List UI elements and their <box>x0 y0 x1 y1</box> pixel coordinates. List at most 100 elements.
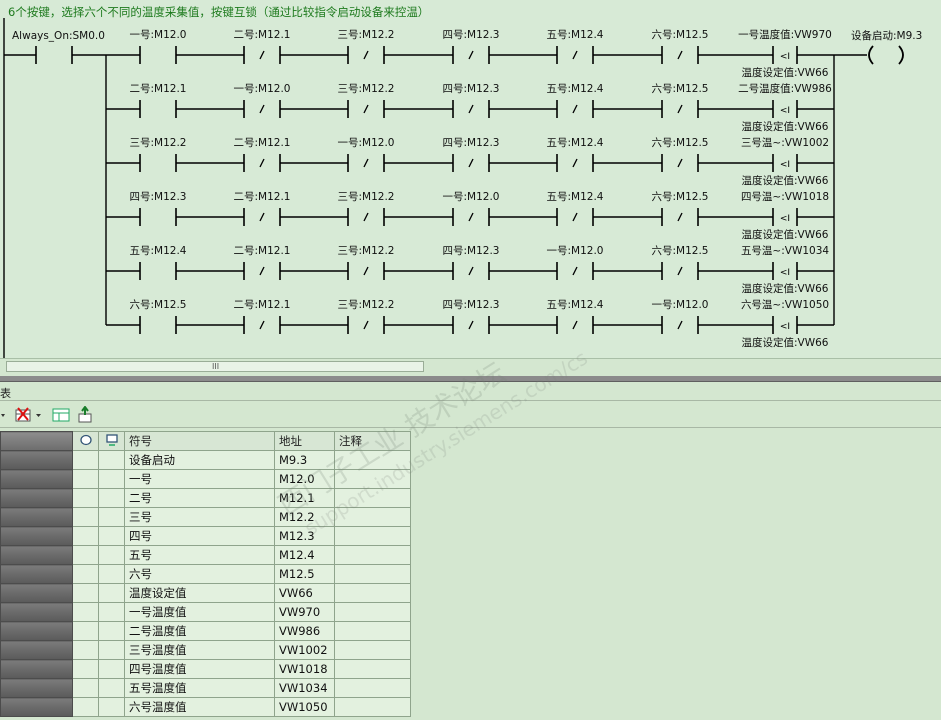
symbol-unused-cell[interactable] <box>72 697 99 717</box>
address-cell[interactable]: M12.3 <box>274 526 335 546</box>
table-row[interactable]: 温度设定值 VW66 <box>0 583 411 603</box>
row-header[interactable] <box>0 640 73 660</box>
symbol-unused-cell[interactable] <box>72 545 99 565</box>
contact-label[interactable]: 二号:M12.1 <box>234 191 291 203</box>
symbol-cell[interactable]: 六号 <box>124 564 275 584</box>
symbol-overlap-cell[interactable] <box>98 507 125 527</box>
contact-label[interactable]: 六号:M12.5 <box>652 137 709 149</box>
symbol-cell[interactable]: 一号温度值 <box>124 602 275 622</box>
comment-cell[interactable] <box>334 507 411 527</box>
compare-bottom-operand[interactable]: 温度设定值:VW66 <box>742 283 829 295</box>
address-cell[interactable]: VW1018 <box>274 659 335 679</box>
compare-top-operand[interactable]: 四号温~:VW1018 <box>741 191 829 203</box>
contact-label[interactable]: 五号:M12.4 <box>547 83 604 95</box>
contact-label[interactable]: 一号:M12.0 <box>652 299 709 311</box>
symbol-overlap-cell[interactable] <box>98 583 125 603</box>
pane-splitter[interactable] <box>0 376 941 382</box>
symbol-cell[interactable]: 温度设定值 <box>124 583 275 603</box>
address-cell[interactable]: M12.4 <box>274 545 335 565</box>
table-row[interactable]: 三号 M12.2 <box>0 507 411 527</box>
contact-label[interactable]: 三号:M12.2 <box>338 299 395 311</box>
contact-label[interactable]: 三号:M12.2 <box>338 245 395 257</box>
contact-label[interactable]: 三号:M12.2 <box>338 191 395 203</box>
symbol-unused-cell[interactable] <box>72 583 99 603</box>
new-table-icon[interactable] <box>50 406 72 424</box>
contact-label[interactable]: 四号:M12.3 <box>443 29 500 41</box>
contact-label[interactable]: 四号:M12.3 <box>130 191 187 203</box>
symbol-unused-cell[interactable] <box>72 469 99 489</box>
delete-dropdown-icon[interactable] <box>35 406 43 424</box>
comment-cell[interactable] <box>334 526 411 546</box>
row-header[interactable] <box>0 450 73 470</box>
symbol-unused-cell[interactable] <box>72 488 99 508</box>
address-cell[interactable]: M12.1 <box>274 488 335 508</box>
contact-label[interactable]: 六号:M12.5 <box>130 299 187 311</box>
ladder-editor[interactable]: 6个按键，选择六个不同的温度采集值，按键互锁（通过比较指令启动设备来控温） <I… <box>0 0 941 358</box>
address-cell[interactable]: M9.3 <box>274 450 335 470</box>
row-header[interactable] <box>0 526 73 546</box>
row-header[interactable] <box>0 697 73 717</box>
contact-label[interactable]: 二号:M12.1 <box>130 83 187 95</box>
contact-label[interactable]: 三号:M12.2 <box>338 83 395 95</box>
contact-label[interactable]: 五号:M12.4 <box>547 29 604 41</box>
comment-cell[interactable] <box>334 678 411 698</box>
symbol-unused-cell[interactable] <box>72 640 99 660</box>
comment-cell[interactable] <box>334 621 411 641</box>
comment-cell[interactable] <box>334 697 411 717</box>
coil-output[interactable] <box>898 45 904 65</box>
compare-bottom-operand[interactable]: 温度设定值:VW66 <box>742 175 829 187</box>
table-row[interactable]: 五号 M12.4 <box>0 545 411 565</box>
scrollbar-thumb[interactable]: III <box>6 361 424 372</box>
contact-label[interactable]: 四号:M12.3 <box>443 299 500 311</box>
comment-cell[interactable] <box>334 659 411 679</box>
compare-bottom-operand[interactable]: 温度设定值:VW66 <box>742 67 829 79</box>
compare-bottom-operand[interactable]: 温度设定值:VW66 <box>742 337 829 349</box>
comment-cell[interactable] <box>334 545 411 565</box>
symbol-overlap-cell[interactable] <box>98 469 125 489</box>
table-row[interactable]: 六号温度值 VW1050 <box>0 697 411 717</box>
table-row[interactable]: 一号温度值 VW970 <box>0 602 411 622</box>
symbol-unused-cell[interactable] <box>72 678 99 698</box>
symbol-cell[interactable]: 二号 <box>124 488 275 508</box>
table-row[interactable]: 设备启动 M9.3 <box>0 450 411 470</box>
symbol-overlap-cell[interactable] <box>98 621 125 641</box>
row-header[interactable] <box>0 564 73 584</box>
symbol-cell[interactable]: 五号温度值 <box>124 678 275 698</box>
contact-label[interactable]: 一号:M12.0 <box>130 29 187 41</box>
table-row[interactable]: 一号 M12.0 <box>0 469 411 489</box>
symbol-cell[interactable]: 设备启动 <box>124 450 275 470</box>
contact-label[interactable]: 二号:M12.1 <box>234 137 291 149</box>
contact-label[interactable]: 五号:M12.4 <box>547 299 604 311</box>
symbol-overlap-cell[interactable] <box>98 659 125 679</box>
contact-label[interactable]: 一号:M12.0 <box>443 191 500 203</box>
contact-label[interactable]: 五号:M12.4 <box>130 245 187 257</box>
symbol-overlap-cell[interactable] <box>98 697 125 717</box>
symbol-overlap-cell[interactable] <box>98 602 125 622</box>
contact-label[interactable]: 四号:M12.3 <box>443 83 500 95</box>
row-header[interactable] <box>0 469 73 489</box>
compare-bottom-operand[interactable]: 温度设定值:VW66 <box>742 229 829 241</box>
compare-top-operand[interactable]: 五号温~:VW1034 <box>741 245 829 257</box>
compare-top-operand[interactable]: 六号温~:VW1050 <box>741 299 829 311</box>
symbol-cell[interactable]: 四号温度值 <box>124 659 275 679</box>
row-header[interactable] <box>0 602 73 622</box>
row-header-corner[interactable] <box>0 431 73 451</box>
symbol-unused-cell[interactable] <box>72 564 99 584</box>
address-cell[interactable]: M12.2 <box>274 507 335 527</box>
symbol-overlap-cell[interactable] <box>98 640 125 660</box>
table-row[interactable]: 二号温度值 VW986 <box>0 621 411 641</box>
compare-top-operand[interactable]: 二号温度值:VW986 <box>738 83 832 95</box>
contact-label[interactable]: 二号:M12.1 <box>234 299 291 311</box>
comment-cell[interactable] <box>334 602 411 622</box>
symbol-overlap-cell[interactable] <box>98 450 125 470</box>
comment-cell[interactable] <box>334 450 411 470</box>
contact-label[interactable]: 一号:M12.0 <box>338 137 395 149</box>
symbol-cell[interactable]: 三号温度值 <box>124 640 275 660</box>
compare-top-operand[interactable]: 一号温度值:VW970 <box>738 29 832 41</box>
symbol-unused-cell[interactable] <box>72 659 99 679</box>
row-header[interactable] <box>0 659 73 679</box>
symbol-unused-icon[interactable] <box>72 431 99 451</box>
address-cell[interactable]: VW66 <box>274 583 335 603</box>
symbol-overlap-icon[interactable] <box>98 431 125 451</box>
symbol-unused-cell[interactable] <box>72 621 99 641</box>
